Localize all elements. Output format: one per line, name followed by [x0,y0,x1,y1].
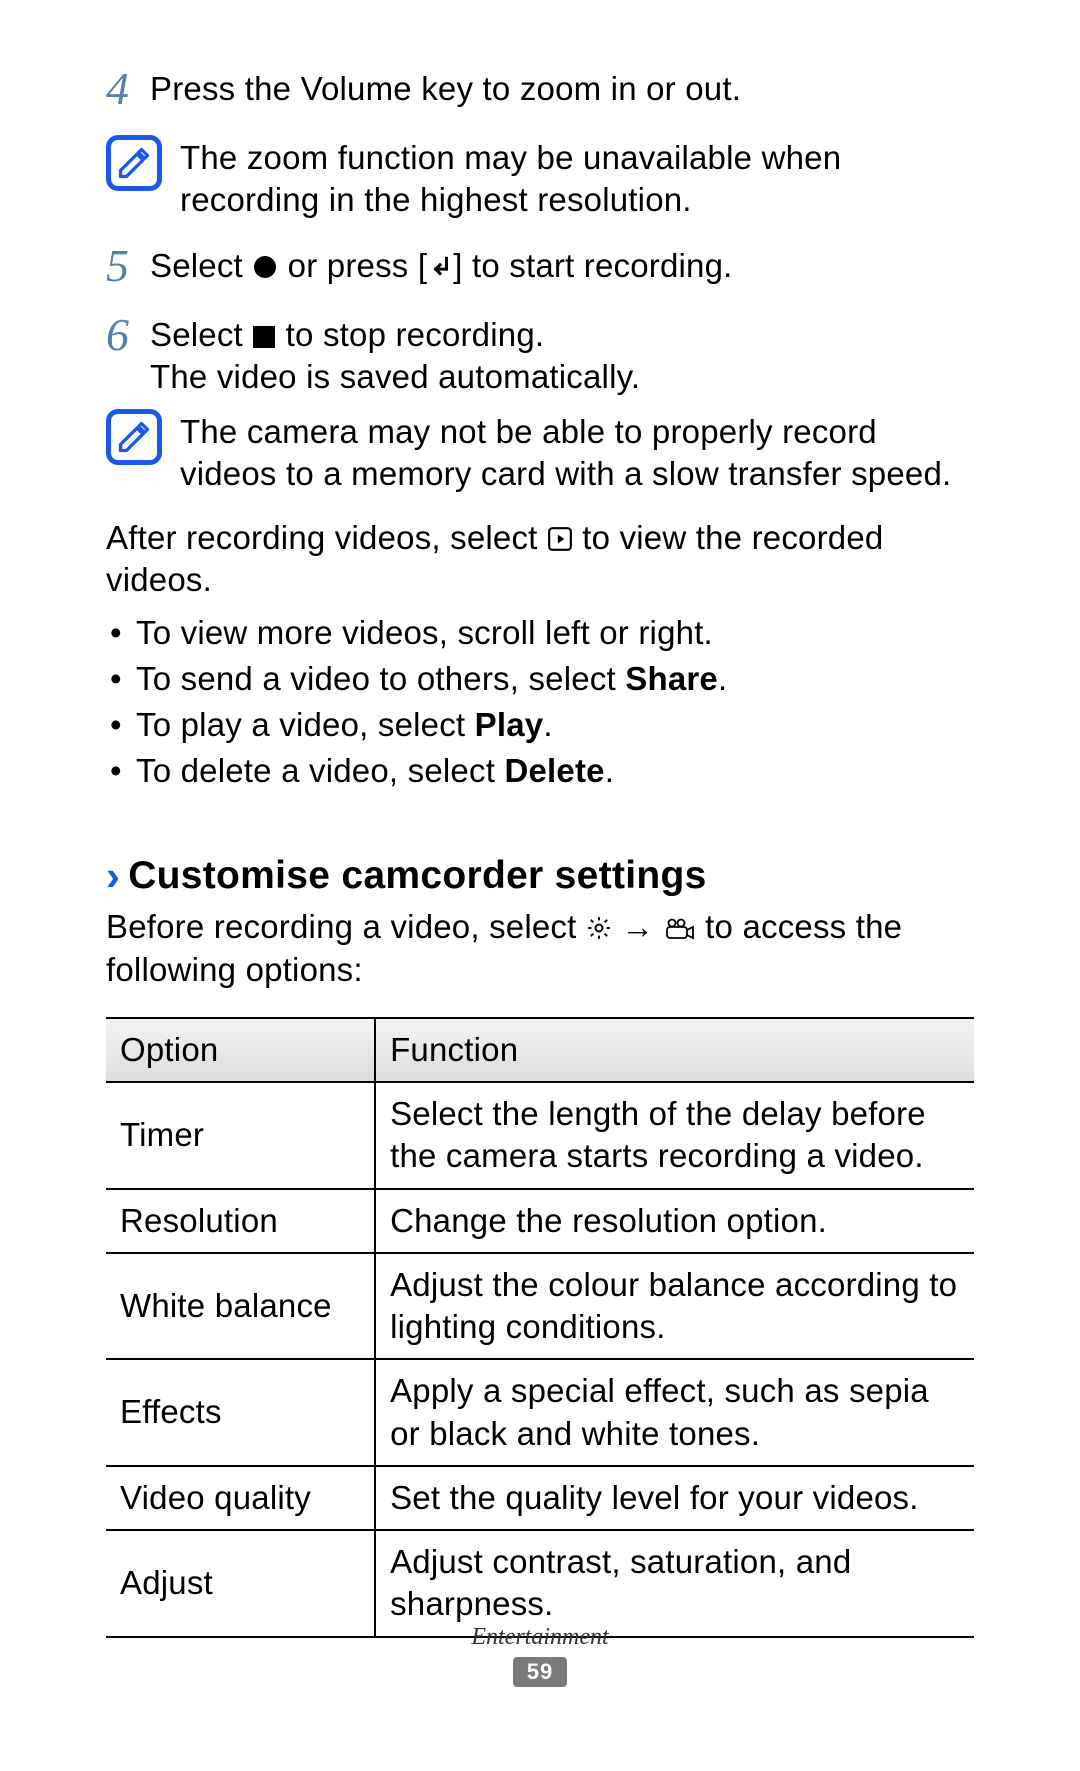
table-row: Effects Apply a special effect, such as … [106,1359,974,1465]
page-number: 59 [513,1657,567,1687]
step-text: Select to stop recording. The video is s… [150,312,974,398]
step-5: 5 Select or press [] to start recording. [106,243,974,302]
camcorder-icon [664,917,696,941]
cell-function: Set the quality level for your videos. [375,1466,974,1530]
step-number: 6 [106,306,150,365]
after-recording-paragraph: After recording videos, select to view t… [106,517,974,601]
cell-option: Timer [106,1082,375,1188]
list-item: To delete a video, select Delete. [106,750,974,792]
step-text: Press the Volume key to zoom in or out. [150,66,974,110]
cell-option: White balance [106,1253,375,1359]
note-zoom: The zoom function may be unavailable whe… [106,135,974,221]
manual-page: 4 Press the Volume key to zoom in or out… [0,0,1080,1638]
step-text: Select or press [] to start recording. [150,243,974,287]
note-icon [106,135,162,191]
heading-text: Customise camcorder settings [128,851,706,901]
enter-key-icon [427,254,453,280]
table-row: Timer Select the length of the delay bef… [106,1082,974,1188]
table-row: Video quality Set the quality level for … [106,1466,974,1530]
step-number: 5 [106,237,150,296]
cell-option: Video quality [106,1466,375,1530]
step-4: 4 Press the Volume key to zoom in or out… [106,66,974,125]
table-header-row: Option Function [106,1018,974,1082]
bullet-list: To view more videos, scroll left or righ… [106,612,974,793]
list-item: To view more videos, scroll left or righ… [106,612,974,654]
cell-function: Apply a special effect, such as sepia or… [375,1359,974,1465]
cell-function: Adjust the colour balance according to l… [375,1253,974,1359]
note-text: The zoom function may be unavailable whe… [164,135,974,221]
table-row: Adjust Adjust contrast, saturation, and … [106,1530,974,1636]
cell-function: Adjust contrast, saturation, and sharpne… [375,1530,974,1636]
stop-icon [252,325,276,349]
options-table: Option Function Timer Select the length … [106,1017,974,1638]
play-thumbnail-icon [547,526,573,552]
table-row: White balance Adjust the colour balance … [106,1253,974,1359]
list-item: To play a video, select Play. [106,704,974,746]
intro-paragraph: Before recording a video, select → to ac… [106,906,974,990]
header-option: Option [106,1018,375,1082]
header-function: Function [375,1018,974,1082]
cell-function: Change the resolution option. [375,1189,974,1253]
note-memory-card: The camera may not be able to properly r… [106,409,974,495]
step-number: 4 [106,60,150,119]
cell-option: Resolution [106,1189,375,1253]
step-6: 6 Select to stop recording. The video is… [106,312,974,398]
table-row: Resolution Change the resolution option. [106,1189,974,1253]
gear-icon [586,915,612,941]
cell-function: Select the length of the delay before th… [375,1082,974,1188]
note-text: The camera may not be able to properly r… [164,409,974,495]
chevron-right-icon: › [106,849,120,903]
page-footer: Entertainment 59 [0,1624,1080,1687]
list-item: To send a video to others, select Share. [106,658,974,700]
cell-option: Effects [106,1359,375,1465]
footer-category: Entertainment [0,1624,1080,1651]
cell-option: Adjust [106,1530,375,1636]
note-icon [106,409,162,465]
record-icon [252,254,278,280]
section-heading: › Customise camcorder settings [106,847,974,901]
